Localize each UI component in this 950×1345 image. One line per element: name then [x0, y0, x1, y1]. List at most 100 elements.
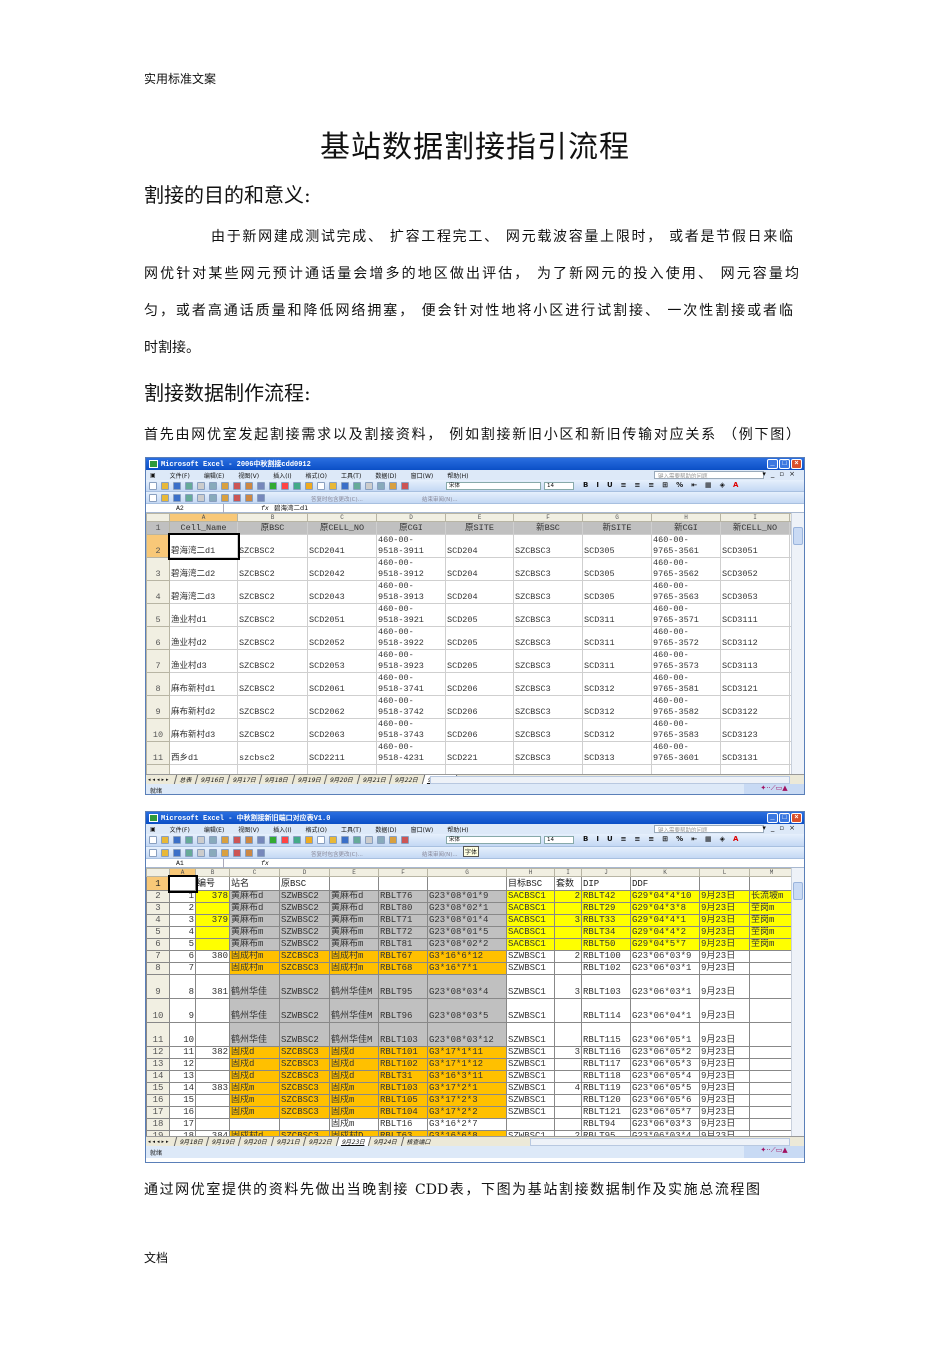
cell[interactable]: 460-00- 9518-3921: [376, 603, 446, 627]
cell[interactable]: [279, 1118, 330, 1131]
cell[interactable]: 460-00- 9518-3911: [376, 534, 446, 558]
cell[interactable]: [749, 1106, 794, 1119]
cell[interactable]: SZWBSC2: [279, 1022, 330, 1047]
sheet-tab[interactable]: 9月16日: [194, 775, 230, 784]
cell[interactable]: [554, 902, 582, 915]
toolbar-button-icon[interactable]: [377, 481, 385, 490]
sheet-tab[interactable]: 9月19日: [205, 1137, 241, 1146]
cell[interactable]: [749, 876, 794, 891]
cell[interactable]: 黄麻布m: [229, 938, 280, 951]
row-header[interactable]: 6: [146, 938, 170, 951]
fill-color-button[interactable]: ◈: [720, 835, 725, 843]
cell[interactable]: 麻布新村d1: [169, 672, 238, 696]
cell[interactable]: 12: [169, 1058, 196, 1071]
cell[interactable]: SZWBSC1: [506, 1082, 555, 1095]
cell[interactable]: 3: [554, 914, 582, 927]
cell[interactable]: SCD2041: [307, 534, 377, 558]
formula-input[interactable]: 碧海湾二d1: [274, 504, 308, 513]
cell[interactable]: 黄麻布m: [229, 926, 280, 939]
toolbar-button-icon[interactable]: [185, 836, 193, 844]
toolbar-button-icon[interactable]: [161, 481, 169, 490]
cell[interactable]: SCD3121: [720, 672, 790, 696]
toolbar-button-icon[interactable]: [197, 481, 205, 490]
cell[interactable]: 渔业村d1: [169, 603, 238, 627]
toolbar-button-icon[interactable]: [173, 848, 181, 857]
toolbar-button-icon[interactable]: [257, 836, 265, 844]
cell[interactable]: RBLT101: [378, 1046, 428, 1059]
cell[interactable]: SCD2043: [307, 580, 377, 604]
cell[interactable]: 460-00- 9518-3913: [376, 580, 446, 604]
cell[interactable]: SCD2061: [307, 672, 377, 696]
cell[interactable]: G23*06*05*2: [630, 1046, 700, 1059]
cell[interactable]: 鹤州华佳: [229, 1022, 280, 1047]
row-header[interactable]: 6: [146, 626, 170, 650]
cell[interactable]: 麻布新村d3: [169, 718, 238, 742]
cell[interactable]: 9月23日: [699, 950, 750, 963]
cell[interactable]: SCD3123: [720, 718, 790, 742]
cell[interactable]: SCD312: [582, 672, 652, 696]
cell[interactable]: SZWBSC1: [506, 1046, 555, 1059]
toolbar-button-icon[interactable]: [317, 481, 325, 490]
row-header[interactable]: 12: [146, 1046, 170, 1059]
cell[interactable]: 9月23日: [699, 1058, 750, 1071]
cell[interactable]: 4: [554, 1082, 582, 1095]
cell[interactable]: 9月23日: [699, 914, 750, 927]
toolbar-button-icon[interactable]: [305, 836, 313, 844]
toolbar-button-icon[interactable]: [293, 481, 301, 490]
row-header[interactable]: 10: [146, 998, 170, 1023]
column-header[interactable]: I: [554, 868, 582, 877]
merge-button[interactable]: ⊞: [662, 481, 668, 489]
toolbar-button-icon[interactable]: [185, 493, 193, 502]
align-right-button[interactable]: ≡: [648, 481, 654, 489]
sheet-tab[interactable]: 9月24日: [368, 1137, 403, 1146]
cell[interactable]: 固戍m: [229, 1094, 280, 1107]
cell[interactable]: 14: [169, 1082, 196, 1095]
help-search-input[interactable]: 键入需要帮助的问题: [654, 825, 764, 834]
row-header[interactable]: 8: [146, 962, 170, 975]
cell[interactable]: 新SITE: [582, 521, 652, 535]
cell[interactable]: [720, 764, 790, 774]
cell[interactable]: 460-00- 9518-3923: [376, 649, 446, 673]
align-right-button[interactable]: ≡: [648, 835, 654, 843]
cell[interactable]: RBLT103: [378, 1082, 428, 1095]
cell[interactable]: SCD206: [445, 672, 514, 696]
cell[interactable]: G23*08*02*2: [427, 938, 507, 951]
toolbar-button-icon[interactable]: [269, 481, 277, 490]
toolbar-button-icon[interactable]: [185, 481, 193, 490]
toolbar-button-icon[interactable]: [221, 481, 229, 490]
window-controls[interactable]: ▾_▫×: [762, 470, 800, 478]
cell[interactable]: 鹤州华佳M: [329, 998, 379, 1023]
toolbar-button-icon[interactable]: [221, 493, 229, 502]
name-box[interactable]: A2: [146, 504, 224, 513]
cell[interactable]: 渔业村d2: [169, 626, 238, 650]
column-header[interactable]: C: [229, 868, 280, 877]
toolbar-button-icon[interactable]: [401, 481, 409, 490]
menu-item[interactable]: 文件(F): [170, 471, 190, 480]
toolbar-button-icon[interactable]: [209, 481, 217, 490]
cell[interactable]: 460-00- 9765-3561: [651, 534, 721, 558]
sheet-tab[interactable]: 9月17日: [226, 775, 262, 784]
cell[interactable]: [582, 764, 652, 774]
cell[interactable]: SCD205: [445, 603, 514, 627]
cell[interactable]: 固戍m: [229, 1082, 280, 1095]
cell[interactable]: SCD205: [445, 626, 514, 650]
maximize-button[interactable]: □: [779, 459, 790, 469]
cell[interactable]: 6: [169, 950, 196, 963]
cell[interactable]: 9月23日: [699, 1094, 750, 1107]
cell[interactable]: RBLT29: [581, 902, 631, 915]
menu-item[interactable]: 帮助(H): [447, 471, 468, 480]
toolbar-button-icon[interactable]: [233, 481, 241, 490]
cell[interactable]: SCD311: [582, 603, 652, 627]
row-header[interactable]: 17: [146, 1106, 170, 1119]
cell[interactable]: SCD3131: [720, 741, 790, 765]
cell[interactable]: DIP: [581, 876, 631, 891]
menu-item[interactable]: 插入(I): [273, 825, 291, 834]
cell[interactable]: 黄麻布m: [329, 926, 379, 939]
toolbar-button-icon[interactable]: [389, 481, 397, 490]
cell[interactable]: SZCBSC3: [513, 718, 583, 742]
cell[interactable]: SZCBSC3: [513, 695, 583, 719]
cell[interactable]: SZWBSC1: [506, 1058, 555, 1071]
cell[interactable]: G23*06*05*5: [630, 1082, 700, 1095]
percent-button[interactable]: %: [676, 481, 683, 489]
cell[interactable]: SZCBSC3: [513, 741, 583, 765]
